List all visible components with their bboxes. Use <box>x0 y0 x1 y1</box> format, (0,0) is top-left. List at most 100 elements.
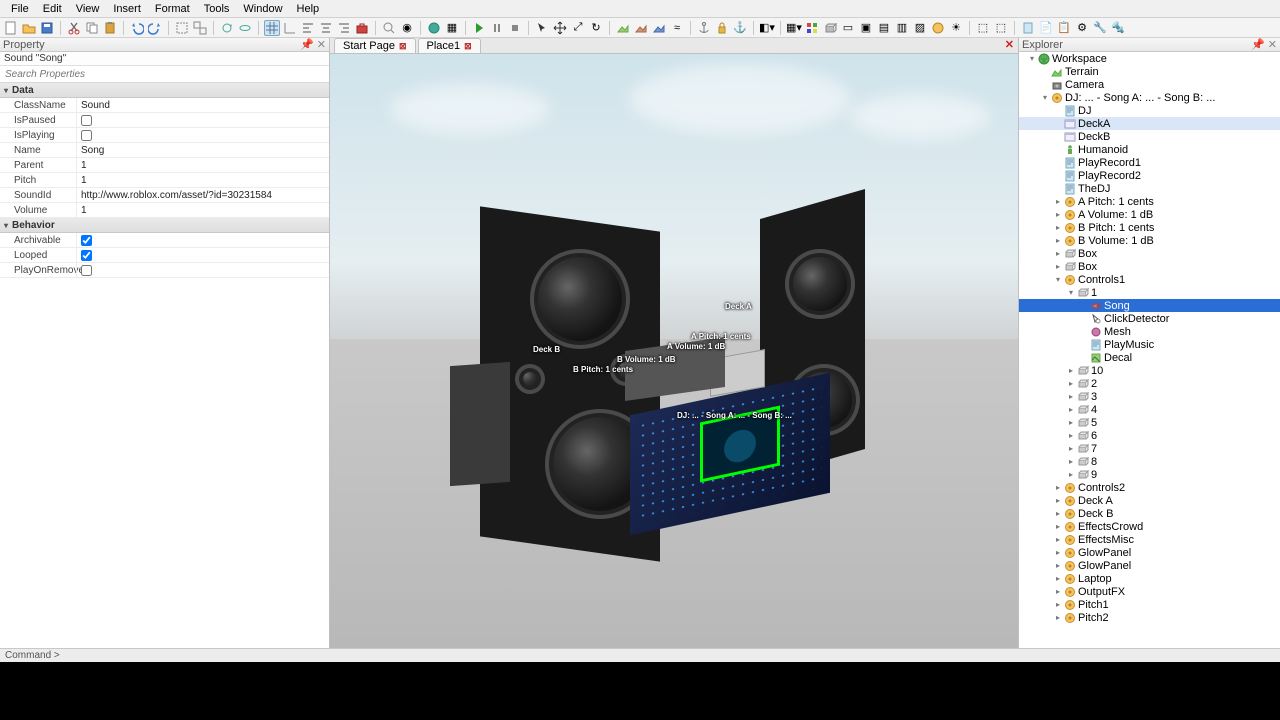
expand-arrow-icon[interactable]: ▸ <box>1053 496 1063 505</box>
rotate-icon[interactable] <box>219 20 235 36</box>
pin-icon[interactable]: 📌 <box>300 39 314 51</box>
prop-row-volume[interactable]: Volume1 <box>0 203 329 218</box>
scale-tool-icon[interactable]: ⤢ <box>570 20 586 36</box>
light-icon[interactable]: ☀ <box>948 20 964 36</box>
expand-arrow-icon[interactable]: ▸ <box>1053 587 1063 596</box>
align-left-icon[interactable] <box>300 20 316 36</box>
expand-arrow-icon[interactable]: ▸ <box>1066 418 1076 427</box>
save-icon[interactable] <box>39 20 55 36</box>
expand-arrow-icon[interactable]: ▸ <box>1053 249 1063 258</box>
prop-row-classname[interactable]: ClassNameSound <box>0 98 329 113</box>
command-bar[interactable]: Command > <box>0 648 1280 662</box>
extra2-icon[interactable]: ⬚ <box>993 20 1009 36</box>
expand-arrow-icon[interactable]: ▾ <box>1053 275 1063 284</box>
redo-icon[interactable] <box>147 20 163 36</box>
tree-item-pitch1[interactable]: ▸Pitch1 <box>1019 598 1280 611</box>
test-icon[interactable]: ▦ <box>444 20 460 36</box>
extra1-icon[interactable]: ⬚ <box>975 20 991 36</box>
tab-place1[interactable]: Place1⊠ <box>418 38 481 53</box>
terrain-add-icon[interactable] <box>615 20 631 36</box>
tab-start-page[interactable]: Start Page⊠ <box>334 38 416 53</box>
anchor-icon[interactable] <box>696 20 712 36</box>
property-search-input[interactable] <box>0 66 329 83</box>
expand-arrow-icon[interactable]: ▸ <box>1066 470 1076 479</box>
close-view-icon[interactable]: ✕ <box>1005 38 1014 51</box>
expand-arrow-icon[interactable]: ▸ <box>1066 444 1076 453</box>
menu-view[interactable]: View <box>69 1 107 17</box>
tree-item-4[interactable]: ▸4 <box>1019 403 1280 416</box>
tree-item-camera[interactable]: Camera <box>1019 78 1280 91</box>
tree-item-controls2[interactable]: ▸Controls2 <box>1019 481 1280 494</box>
expand-arrow-icon[interactable]: ▸ <box>1053 236 1063 245</box>
align-center-icon[interactable] <box>318 20 334 36</box>
explorer-tree[interactable]: ▾Workspace Terrain Camera▾DJ: ... - Song… <box>1019 52 1280 648</box>
viewport-3d[interactable]: Deck ADeck BA Pitch: 1 centsA Volume: 1 … <box>330 54 1018 648</box>
snap-axis-icon[interactable] <box>282 20 298 36</box>
camera-orbit-icon[interactable]: ◉ <box>399 20 415 36</box>
expand-arrow-icon[interactable]: ▾ <box>1040 93 1050 102</box>
prop-row-isplaying[interactable]: IsPlaying <box>0 128 329 143</box>
tree-item-clickdetector[interactable]: ClickDetector <box>1019 312 1280 325</box>
tree-item-effectscrowd[interactable]: ▸EffectsCrowd <box>1019 520 1280 533</box>
tree-item-a-volume-1-db[interactable]: ▸A Volume: 1 dB <box>1019 208 1280 221</box>
tree-item-dj[interactable]: DJ <box>1019 104 1280 117</box>
menu-format[interactable]: Format <box>148 1 197 17</box>
menu-file[interactable]: File <box>4 1 36 17</box>
anchor2-icon[interactable]: ⚓ <box>732 20 748 36</box>
snap-grid-icon[interactable] <box>264 20 280 36</box>
rotate-tool-icon[interactable]: ↻ <box>588 20 604 36</box>
prop-row-pitch[interactable]: Pitch1 <box>0 173 329 188</box>
tree-item-10[interactable]: ▸10 <box>1019 364 1280 377</box>
expand-arrow-icon[interactable]: ▸ <box>1066 457 1076 466</box>
prop-row-soundid[interactable]: SoundIdhttp://www.roblox.com/asset/?id=3… <box>0 188 329 203</box>
align-right-icon[interactable] <box>336 20 352 36</box>
pin-icon[interactable]: 📌 <box>1251 39 1265 51</box>
tree-item-a-pitch-1-cents[interactable]: ▸A Pitch: 1 cents <box>1019 195 1280 208</box>
tree-item-glowpanel[interactable]: ▸GlowPanel <box>1019 559 1280 572</box>
expand-arrow-icon[interactable]: ▾ <box>1027 54 1037 63</box>
tree-item-thedj[interactable]: TheDJ <box>1019 182 1280 195</box>
close-icon[interactable]: ✕ <box>317 39 326 51</box>
tree-item-5[interactable]: ▸5 <box>1019 416 1280 429</box>
paste-icon[interactable] <box>102 20 118 36</box>
play-icon[interactable] <box>471 20 487 36</box>
tree-item-decka[interactable]: DeckA <box>1019 117 1280 130</box>
menu-window[interactable]: Window <box>236 1 289 17</box>
tree-item-decal[interactable]: Decal <box>1019 351 1280 364</box>
expand-arrow-icon[interactable]: ▸ <box>1053 522 1063 531</box>
tab-close-icon[interactable]: ⊠ <box>399 41 407 52</box>
toolbox-icon[interactable] <box>354 20 370 36</box>
tree-item-glowpanel[interactable]: ▸GlowPanel <box>1019 546 1280 559</box>
menu-insert[interactable]: Insert <box>106 1 148 17</box>
cut-icon[interactable] <box>66 20 82 36</box>
expand-arrow-icon[interactable]: ▸ <box>1053 561 1063 570</box>
material-icon[interactable]: ▦▾ <box>786 20 802 36</box>
publish-icon[interactable] <box>426 20 442 36</box>
tree-item-3[interactable]: ▸3 <box>1019 390 1280 403</box>
tree-item-b-pitch-1-cents[interactable]: ▸B Pitch: 1 cents <box>1019 221 1280 234</box>
menu-tools[interactable]: Tools <box>197 1 237 17</box>
new-icon[interactable] <box>3 20 19 36</box>
tree-item-playmusic[interactable]: PlayMusic <box>1019 338 1280 351</box>
color-icon[interactable] <box>804 20 820 36</box>
tilt-icon[interactable] <box>237 20 253 36</box>
expand-arrow-icon[interactable]: ▸ <box>1053 600 1063 609</box>
expand-arrow-icon[interactable]: ▸ <box>1053 574 1063 583</box>
tree-item-playrecord2[interactable]: PlayRecord2 <box>1019 169 1280 182</box>
terrain-paint-icon[interactable] <box>651 20 667 36</box>
pause-icon[interactable] <box>489 20 505 36</box>
expand-arrow-icon[interactable]: ▸ <box>1066 431 1076 440</box>
expand-arrow-icon[interactable]: ▸ <box>1053 535 1063 544</box>
script2-icon[interactable]: 📄 <box>1038 20 1054 36</box>
tree-item-laptop[interactable]: ▸Laptop <box>1019 572 1280 585</box>
stop-icon[interactable] <box>507 20 523 36</box>
tree-item-2[interactable]: ▸2 <box>1019 377 1280 390</box>
tree-item-deckb[interactable]: DeckB <box>1019 130 1280 143</box>
tree-item-deck-b[interactable]: ▸Deck B <box>1019 507 1280 520</box>
part5-icon[interactable]: ▥ <box>894 20 910 36</box>
tree-item-9[interactable]: ▸9 <box>1019 468 1280 481</box>
expand-arrow-icon[interactable]: ▸ <box>1053 483 1063 492</box>
prop-row-playonremove[interactable]: PlayOnRemove <box>0 263 329 278</box>
part4-icon[interactable]: ▤ <box>876 20 892 36</box>
expand-arrow-icon[interactable]: ▸ <box>1053 223 1063 232</box>
